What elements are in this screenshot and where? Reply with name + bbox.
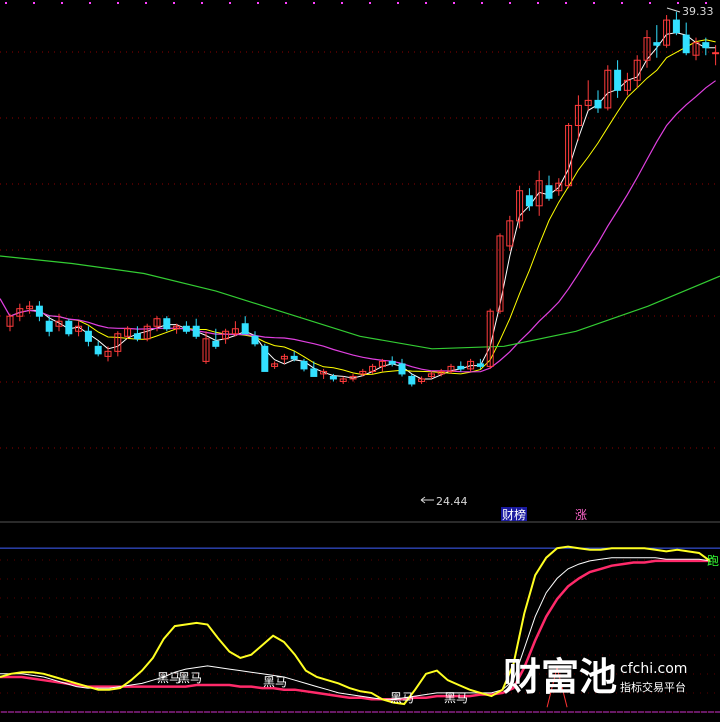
- moving-average-lines: [0, 32, 720, 380]
- top-dot: [453, 2, 455, 4]
- candle-down: [525, 195, 533, 207]
- cai-bang-label: 财榜: [502, 507, 526, 522]
- hei-ma-label-5: 黑马: [444, 691, 468, 705]
- watermark: 财富池 cfchi.com 指标交易平台: [503, 655, 687, 699]
- candle-down: [45, 320, 53, 332]
- hei-ma-label-2: 黑马: [178, 671, 202, 685]
- candle-down: [65, 320, 73, 335]
- candle-down: [398, 363, 406, 375]
- ma-short-line: [9, 32, 716, 380]
- top-dot: [705, 2, 707, 4]
- top-dot: [341, 2, 343, 4]
- watermark-tagline: 指标交易平台: [620, 680, 686, 694]
- candle-down: [388, 360, 396, 365]
- candle-down: [594, 99, 602, 109]
- top-dot: [621, 2, 623, 4]
- candle-down: [329, 375, 337, 380]
- low-arrow: [420, 496, 434, 504]
- top-dot: [285, 2, 287, 4]
- candlestick-series: [6, 7, 720, 504]
- top-dot: [509, 2, 511, 4]
- top-dot: [5, 2, 7, 4]
- candle-down: [682, 34, 690, 54]
- candle-up: [712, 52, 720, 55]
- candle-down: [476, 363, 484, 367]
- candle-down: [408, 375, 416, 385]
- candle-down: [702, 42, 710, 49]
- ma-medium-line: [9, 39, 716, 376]
- upper-annotations: 39.33 24.44 财榜 涨: [436, 5, 714, 522]
- top-dot: [481, 2, 483, 4]
- high-price-label: 39.33: [682, 5, 714, 18]
- top-dot: [313, 2, 315, 4]
- top-dot: [397, 2, 399, 4]
- candle-down: [614, 69, 622, 91]
- top-dot: [89, 2, 91, 4]
- candle-down: [212, 340, 220, 347]
- candle-down: [182, 325, 190, 332]
- stock-chart: 39.33 24.44 财榜 涨 跑 黑马 黑马 黑马 黑马 黑马 财富池 cf…: [0, 2, 720, 713]
- top-dot: [201, 2, 203, 4]
- top-dot: [425, 2, 427, 4]
- watermark-brand: 财富池: [503, 655, 617, 699]
- candle-down: [672, 19, 680, 34]
- top-dot: [649, 2, 651, 4]
- candle-down: [84, 330, 92, 342]
- top-dot: [369, 2, 371, 4]
- candle-down: [310, 368, 318, 377]
- hei-ma-label-4: 黑马: [390, 691, 414, 705]
- top-dot: [565, 2, 567, 4]
- ma-very-long-line: [0, 255, 720, 350]
- top-dot: [229, 2, 231, 4]
- ma-long-line: [0, 80, 716, 373]
- grid-lines: [0, 2, 720, 523]
- candle-down: [545, 185, 553, 199]
- candle-down: [133, 333, 141, 340]
- candle-down: [241, 323, 249, 335]
- top-dot: [537, 2, 539, 4]
- candle-down: [300, 360, 308, 370]
- hei-ma-label-3: 黑马: [263, 675, 287, 689]
- candle-down: [192, 325, 200, 337]
- watermark-site: cfchi.com: [620, 661, 687, 677]
- candle-down: [35, 305, 43, 317]
- low-price-label: 24.44: [436, 495, 468, 508]
- top-dot: [117, 2, 119, 4]
- pao-label: 跑: [707, 554, 719, 568]
- top-dot: [33, 2, 35, 4]
- candle-down: [94, 345, 102, 355]
- candle-down: [290, 355, 298, 360]
- top-dot: [677, 2, 679, 4]
- top-dot: [593, 2, 595, 4]
- top-dot: [145, 2, 147, 4]
- zhang-label: 涨: [575, 507, 587, 522]
- top-dot: [257, 2, 259, 4]
- top-dot: [61, 2, 63, 4]
- high-arrow: [666, 7, 681, 13]
- candle-down: [251, 335, 259, 345]
- candle-down: [163, 318, 171, 330]
- candle-down: [261, 345, 269, 372]
- candle-down: [653, 42, 661, 46]
- top-dot: [173, 2, 175, 4]
- candle-down: [457, 365, 465, 370]
